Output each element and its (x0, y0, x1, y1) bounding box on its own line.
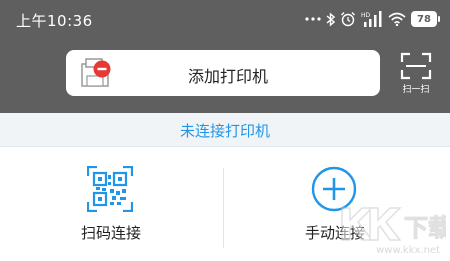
alarm-icon (341, 12, 355, 27)
scan-label: 扫一扫 (402, 85, 430, 95)
watermark-logo: 下载 www.kkx.net (336, 204, 450, 258)
status-icons: HD 78 (305, 8, 440, 30)
scan-button[interactable]: 扫一扫 (398, 52, 434, 96)
battery-level: 78 (411, 11, 437, 27)
more-dots-icon (305, 17, 321, 21)
hd-signal-icon: HD (361, 11, 382, 27)
watermark-k-icon: 下载 (341, 207, 450, 243)
scan-connect-label: 扫码连接 (80, 224, 141, 242)
watermark-url: www.kkx.net (376, 245, 440, 256)
status-time: 上午10:36 (16, 12, 93, 30)
scan-frame-icon (400, 52, 432, 80)
top-bar: 添加打印机 扫一扫 (0, 40, 450, 113)
add-printer-button[interactable]: 添加打印机 (66, 50, 380, 96)
connection-status-text: 未连接打印机 (179, 122, 270, 140)
wifi-icon (388, 12, 406, 26)
status-bar: 上午10:36 HD 78 (0, 0, 450, 40)
scan-connect-button[interactable]: 扫码连接 (0, 148, 222, 261)
add-printer-label: 添加打印机 (187, 67, 268, 86)
svg-text:下载: 下载 (404, 214, 446, 242)
svg-text:HD: HD (361, 12, 371, 19)
qr-code-icon (87, 166, 133, 212)
connection-status-bar: 未连接打印机 (0, 113, 450, 147)
battery-icon: 78 (411, 11, 440, 27)
bluetooth-icon (326, 11, 335, 27)
